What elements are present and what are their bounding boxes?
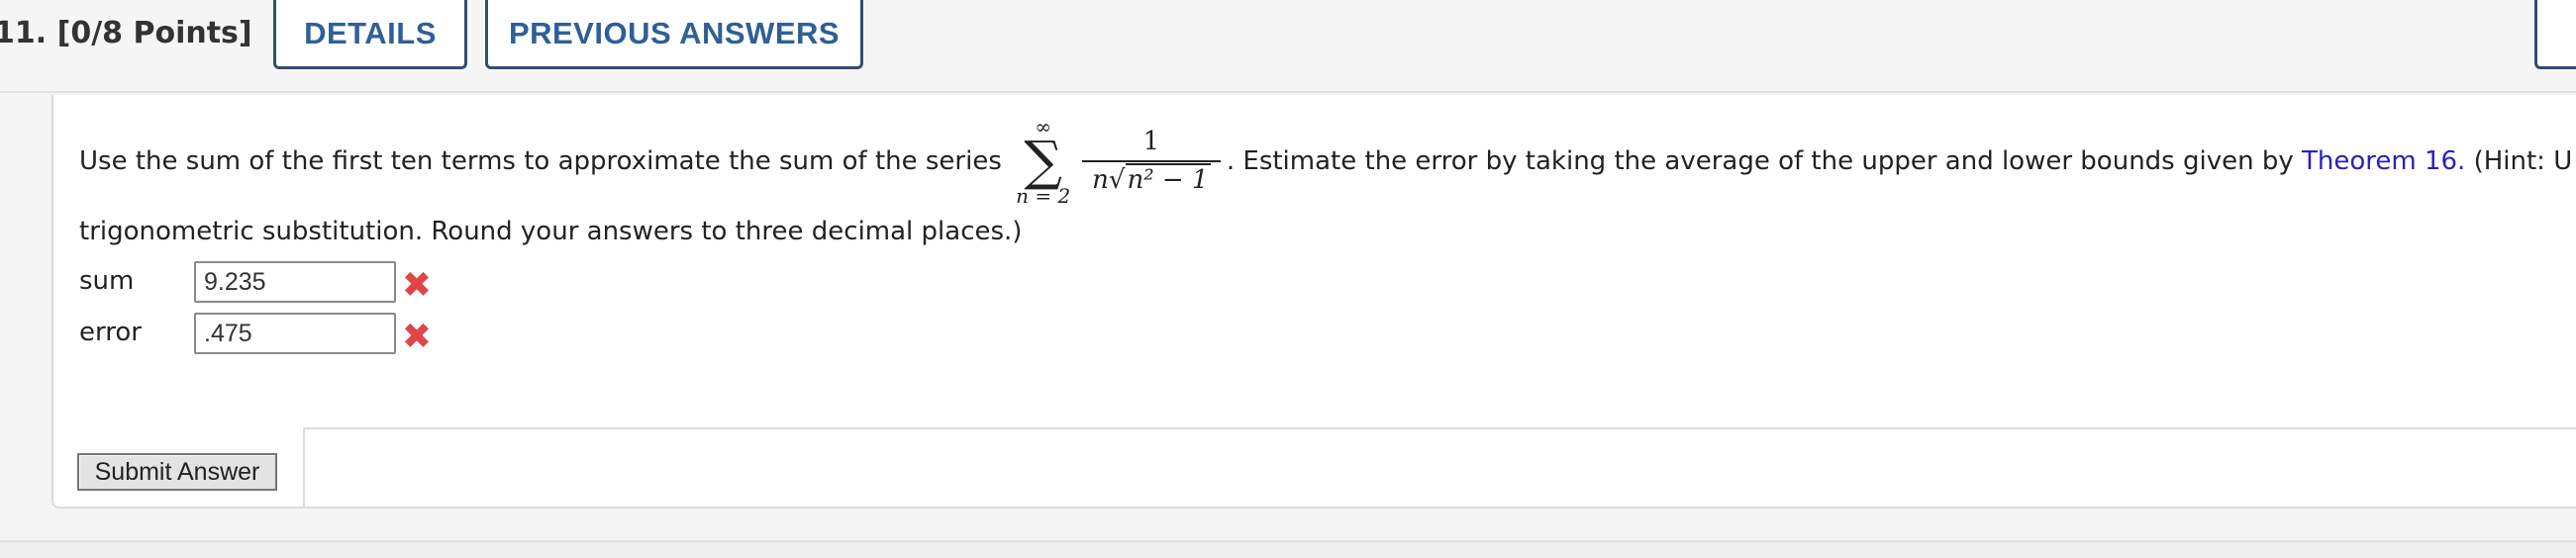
error-label: error [79,318,142,347]
sum-label: sum [79,266,135,296]
header-edge-button[interactable] [2534,0,2576,69]
x-mark-icon: ✖ [401,317,433,357]
denominator-n: n [1092,165,1109,195]
question-text: Use the sum of the first ten terms to ap… [79,117,2576,206]
summation-symbol: ∞ ∑ n = 2 [1016,117,1070,206]
submit-divider [303,427,2576,429]
sigma-glyph: ∑ [1024,130,1062,192]
fraction-numerator: 1 [1142,127,1160,157]
details-button[interactable]: DETAILS [273,0,467,69]
question-hint: (Hint: U [2473,146,2573,176]
series-term-fraction: 1 n√n² − 1 [1081,127,1221,195]
summation-lower-limit: n = 2 [1016,184,1071,208]
footer-bar [0,540,2576,558]
question-text-before: Use the sum of the first ten terms to ap… [79,146,1002,176]
question-points: [0/8 Points] [56,16,252,50]
sum-input[interactable] [194,261,396,303]
question-text-after: . Estimate the error by taking the avera… [1226,146,2294,176]
series-expression: ∞ ∑ n = 2 1 n√n² − 1 [1016,117,1221,206]
question-text-line2: trigonometric substitution. Round your a… [79,217,1023,246]
theorem-link[interactable]: Theorem 16. [2302,146,2465,176]
submit-answer-button[interactable]: Submit Answer [77,453,277,491]
radical-icon: √ [1108,165,1126,195]
question-header: 11. [0/8 Points] DETAILS PREVIOUS ANSWER… [0,0,2576,93]
previous-answers-button[interactable]: PREVIOUS ANSWERS [485,0,863,69]
question-title: 11. [0/8 Points] [0,14,252,53]
fraction-denominator: n√n² − 1 [1092,162,1211,195]
error-input[interactable] [194,313,396,354]
question-number: 11. [0,16,48,50]
x-mark-icon: ✖ [401,265,433,306]
radicand: n² − 1 [1125,163,1211,195]
